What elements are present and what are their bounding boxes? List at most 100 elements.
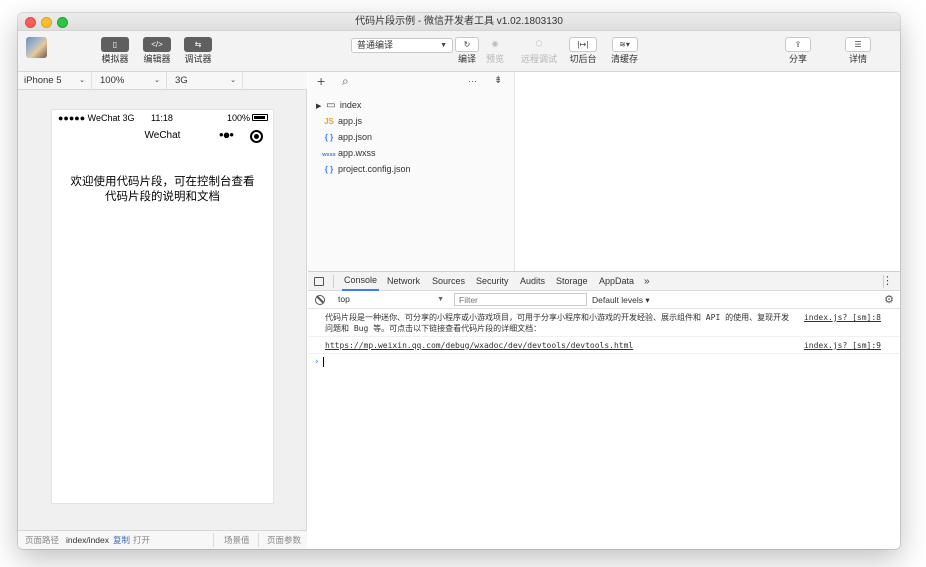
preview-button[interactable]: ◉ 预览 — [483, 37, 507, 65]
more-tabs-icon[interactable]: » — [644, 272, 650, 291]
share-label: 分享 — [788, 54, 807, 64]
clock-text: 11:18 — [151, 113, 173, 123]
tab-storage[interactable]: Storage — [556, 272, 588, 291]
details-label: 详情 — [848, 54, 867, 64]
source-link[interactable]: index.js? [sm]:8 — [804, 312, 881, 323]
preview-label: 预览 — [485, 54, 504, 64]
devtools-tab-bar: Console Network Sources Security Audits … — [308, 272, 900, 291]
tree-item-app-js[interactable]: JS app.js — [322, 113, 362, 129]
chevron-down-icon: ⌄ — [230, 77, 236, 84]
divider — [258, 533, 259, 547]
phone-screen: ●●●●● WeChat 3G 11:18 100% WeChat •●• 欢迎… — [52, 110, 273, 503]
scene-value-button[interactable]: 场景值 — [224, 531, 250, 549]
devtools-panel: Console Network Sources Security Audits … — [308, 271, 900, 549]
welcome-text: 欢迎使用代码片段，可在控制台查看 代码片段的说明和文档 — [66, 174, 259, 204]
switch-background-icon: |↦| — [569, 37, 597, 52]
close-capsule-icon[interactable] — [250, 130, 263, 143]
minimize-window-button[interactable] — [41, 17, 52, 28]
tab-console[interactable]: Console — [342, 272, 380, 291]
page-params-button[interactable]: 页面参数 — [267, 531, 301, 549]
open-path-link[interactable]: 打开 — [133, 531, 150, 549]
simulator-label: 模拟器 — [101, 54, 129, 64]
log-levels-select[interactable]: Default levels ▾ — [592, 291, 650, 309]
share-button[interactable]: ⇪ 分享 — [785, 37, 811, 65]
tab-audits[interactable]: Audits — [520, 272, 545, 291]
clear-console-icon[interactable] — [315, 295, 325, 305]
battery-icon — [252, 114, 268, 121]
debug-icon: ⇆ — [184, 37, 212, 52]
code-icon: </> — [143, 37, 171, 52]
clear-cache-label: 清缓存 — [611, 54, 639, 64]
remote-debug-button[interactable]: ⬡ 远程调试 — [521, 37, 557, 65]
tree-item-index[interactable]: ▶ ▭ index — [316, 97, 361, 113]
inspect-element-icon[interactable] — [314, 277, 324, 286]
kebab-menu-icon[interactable]: ⋮ — [882, 272, 893, 291]
tree-item-app-wxss[interactable]: wxss app.wxss — [322, 145, 375, 161]
device-bar: iPhone 5 ⌄ 100% ⌄ 3G ⌄ — [18, 72, 307, 90]
menu-icon: ☰ — [845, 37, 871, 52]
debugger-toggle-button[interactable]: ⇆ 调试器 — [184, 37, 212, 65]
folder-icon: ▭ — [326, 100, 336, 111]
copy-path-link[interactable]: 复制 — [113, 531, 130, 549]
tab-sources[interactable]: Sources — [432, 272, 465, 291]
console-message: 代码片段是一种迷你、可分享的小程序或小游戏项目，可用于分享小程序和小游戏的开发经… — [308, 309, 900, 337]
tree-item-label: project.config.json — [338, 164, 411, 174]
more-options-icon[interactable]: ··· — [468, 72, 477, 90]
gear-icon[interactable]: ⚙ — [884, 291, 894, 309]
simulator-panel: ●●●●● WeChat 3G 11:18 100% WeChat •●• 欢迎… — [18, 90, 307, 530]
tab-appdata[interactable]: AppData — [599, 272, 634, 291]
editor-label: 编辑器 — [143, 54, 171, 64]
chevron-down-icon: ⌄ — [79, 77, 85, 84]
layers-icon: ≋▾ — [611, 37, 638, 52]
more-dots-icon[interactable]: •●• — [219, 127, 234, 142]
tree-item-label: app.json — [338, 132, 373, 142]
context-value: top — [338, 294, 350, 304]
console-filter-input[interactable] — [454, 293, 587, 306]
device-model-select[interactable]: iPhone 5 ⌄ — [18, 72, 92, 90]
tab-security[interactable]: Security — [476, 272, 509, 291]
network-value: 3G — [175, 75, 188, 86]
console-prompt[interactable]: › — [308, 354, 900, 368]
json-file-icon: { } — [324, 133, 334, 142]
battery-text: 100% — [226, 113, 250, 123]
device-model-value: iPhone 5 — [24, 75, 62, 86]
user-avatar[interactable] — [26, 37, 47, 58]
chevron-down-icon: ⌄ — [154, 77, 160, 84]
js-file-icon: JS — [324, 117, 334, 126]
compile-mode-select[interactable]: 普通编译 ▼ — [351, 38, 453, 53]
split-pane-icon[interactable]: ⇟ — [494, 72, 502, 90]
editor-toggle-button[interactable]: </> 编辑器 — [143, 37, 171, 65]
maximize-window-button[interactable] — [57, 17, 68, 28]
simulator-toggle-button[interactable]: ▯ 模拟器 — [101, 37, 129, 65]
chevron-down-icon: ▼ — [440, 42, 447, 49]
add-icon[interactable]: + — [317, 72, 325, 90]
caret-down-icon: ▼ — [437, 296, 444, 303]
welcome-line-1: 欢迎使用代码片段，可在控制台查看 — [70, 174, 255, 188]
title-bar: 代码片段示例 - 微信开发者工具 v1.02.1803130 — [18, 13, 900, 31]
tree-item-project-config[interactable]: { } project.config.json — [322, 161, 411, 177]
console-filter-bar: top ▼ Default levels ▾ ⚙ — [308, 291, 900, 309]
remote-debug-icon: ⬡ — [535, 39, 543, 48]
eye-icon: ◉ — [491, 39, 499, 48]
details-button[interactable]: ☰ 详情 — [845, 37, 871, 65]
docs-link[interactable]: https://mp.weixin.qq.com/debug/wxadoc/de… — [325, 341, 633, 350]
main-toolbar: ▯ 模拟器 </> 编辑器 ⇆ 调试器 普通编译 ▼ ↻ 编译 ◉ 预览 ⬡ 远… — [18, 31, 900, 72]
search-icon[interactable]: ⌕ — [342, 72, 349, 90]
phone-nav-bar: WeChat •●• — [52, 126, 273, 148]
text-cursor — [323, 356, 325, 367]
close-window-button[interactable] — [25, 17, 36, 28]
divider — [213, 533, 214, 547]
zoom-select[interactable]: 100% ⌄ — [94, 72, 167, 90]
source-link[interactable]: index.js? [sm]:9 — [804, 340, 881, 351]
code-editor-area[interactable] — [515, 72, 900, 271]
tab-network[interactable]: Network — [387, 272, 420, 291]
caret-right-icon: ▶ — [316, 103, 322, 110]
file-tree-toolbar: + ⌕ ··· ⇟ — [308, 72, 514, 90]
clear-cache-button[interactable]: ≋▾ 清缓存 — [611, 37, 638, 65]
compile-button[interactable]: ↻ 编译 — [455, 37, 479, 65]
tree-item-app-json[interactable]: { } app.json — [322, 129, 372, 145]
background-button[interactable]: |↦| 切后台 — [569, 37, 597, 65]
context-select[interactable]: top ▼ — [334, 293, 448, 306]
file-tree-panel: + ⌕ ··· ⇟ ▶ ▭ index JS app.js { } app.json … — [308, 72, 515, 271]
network-select[interactable]: 3G ⌄ — [169, 72, 243, 90]
